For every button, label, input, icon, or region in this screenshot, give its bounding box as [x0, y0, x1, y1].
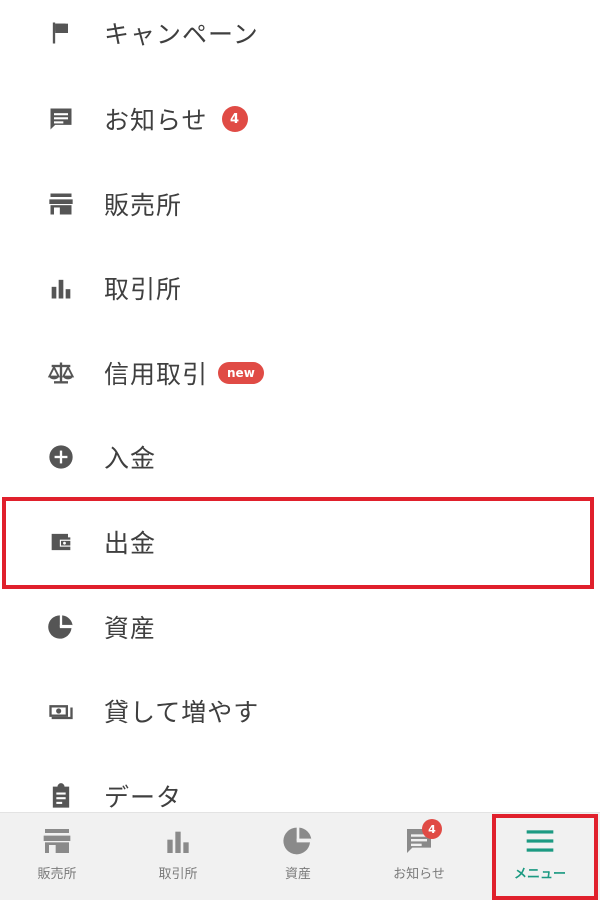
menu-screen: キャンペーン お知らせ 4 販売所 取引所 信用取引 new 入金 出金 資産 …: [0, 0, 600, 900]
store-icon: [46, 189, 76, 219]
nav-tab-exchange[interactable]: 取引所: [118, 813, 238, 900]
menu-item-lending[interactable]: 貸して増やす: [0, 669, 600, 753]
menu-item-label: キャンペーン: [104, 20, 259, 49]
nav-tab-label: 取引所: [158, 867, 198, 882]
nav-tab-store[interactable]: 販売所: [0, 813, 117, 900]
message-icon: [46, 104, 76, 134]
menu-item-store[interactable]: 販売所: [0, 162, 600, 246]
wallet-icon: [46, 527, 76, 557]
nav-notification-badge: 4: [422, 819, 442, 839]
menu-item-label: 販売所: [104, 191, 183, 220]
money-icon: [46, 696, 76, 726]
menu-item-label: お知らせ: [104, 106, 208, 135]
menu-item-news[interactable]: お知らせ 4: [0, 77, 600, 161]
menu-item-label: 入金: [104, 444, 157, 473]
store-icon: [41, 825, 73, 857]
clipboard-icon: [46, 781, 76, 811]
nav-tab-assets[interactable]: 資産: [238, 813, 358, 900]
menu-item-label: 貸して増やす: [104, 698, 260, 727]
menu-item-label: データ: [104, 783, 183, 812]
bar-chart-icon: [46, 273, 76, 303]
nav-tab-news[interactable]: お知らせ: [359, 813, 479, 900]
menu-item-label: 信用取引: [104, 360, 209, 389]
menu-item-campaign[interactable]: キャンペーン: [0, 0, 600, 75]
bottom-nav: 販売所 取引所 資産 お知らせ メニュー: [0, 812, 600, 900]
menu-item-label: 取引所: [104, 275, 183, 304]
menu-icon: [524, 825, 556, 857]
menu-item-assets[interactable]: 資産: [0, 585, 600, 669]
nav-tab-label: 販売所: [37, 867, 77, 882]
nav-tab-label: メニュー: [513, 867, 566, 882]
new-badge: new: [218, 362, 264, 384]
menu-item-exchange[interactable]: 取引所: [0, 246, 600, 330]
menu-item-margin-trading[interactable]: 信用取引 new: [0, 331, 600, 415]
nav-tab-label: 資産: [284, 867, 311, 882]
pie-chart-icon: [46, 612, 76, 642]
bar-chart-icon: [162, 825, 194, 857]
menu-item-label: 出金: [104, 529, 157, 558]
nav-tab-label: お知らせ: [393, 867, 445, 882]
menu-item-deposit[interactable]: 入金: [0, 415, 600, 499]
menu-item-withdraw[interactable]: 出金: [0, 500, 600, 584]
pie-chart-icon: [282, 825, 314, 857]
flag-icon: [46, 18, 76, 48]
menu-item-label: 資産: [104, 614, 157, 643]
scale-icon: [46, 358, 76, 388]
plus-circle-icon: [46, 442, 76, 472]
nav-tab-menu[interactable]: メニュー: [480, 813, 600, 900]
notification-count-badge: 4: [221, 106, 248, 132]
